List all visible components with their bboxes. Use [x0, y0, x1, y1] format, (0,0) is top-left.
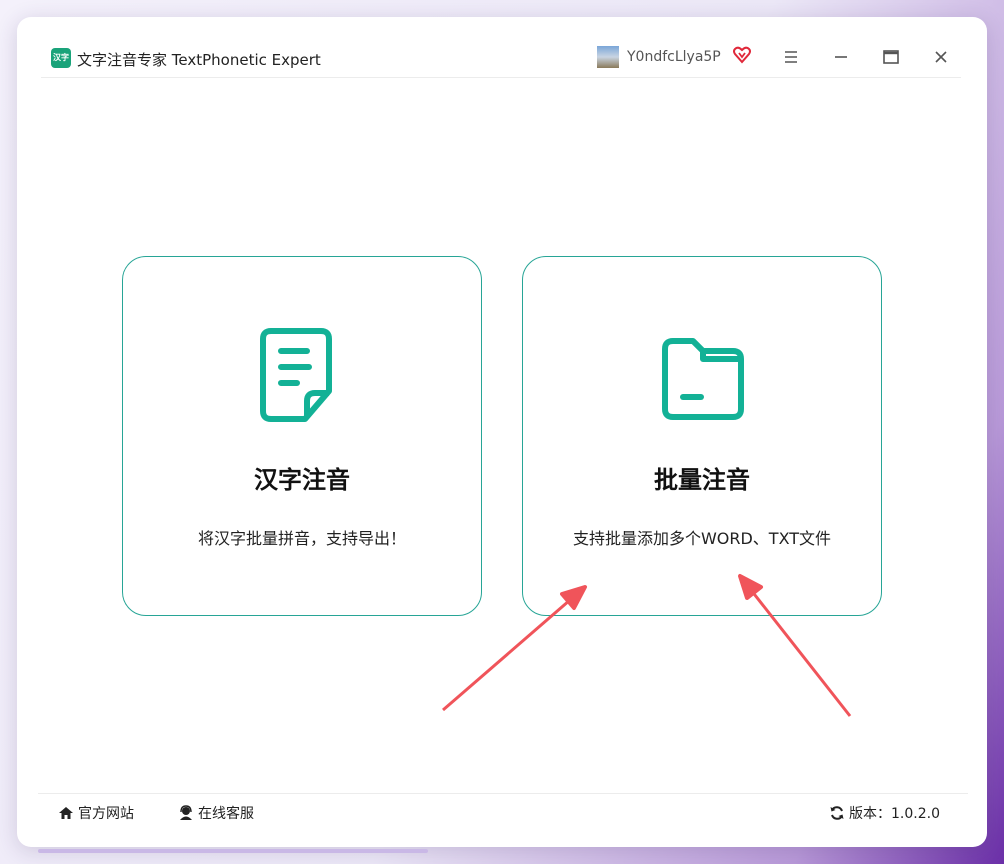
window-shadow-strip [38, 849, 428, 853]
home-icon [59, 807, 73, 819]
card-batch-phonetic[interactable]: 批量注音 支持批量添加多个WORD、TXT文件 [522, 256, 882, 616]
version-check[interactable]: 版本：1.0.2.0 [829, 803, 940, 823]
version-label: 版本：1.0.2.0 [849, 806, 940, 822]
minimize-icon[interactable] [829, 45, 853, 69]
online-service-label: 在线客服 [198, 806, 254, 822]
app-logo-icon: 汉字 [51, 48, 71, 68]
menu-icon[interactable] [779, 45, 803, 69]
official-site-label: 官方网站 [78, 806, 134, 822]
card-description: 支持批量添加多个WORD、TXT文件 [572, 529, 832, 548]
card-hanzi-phonetic[interactable]: 汉字注音 将汉字批量拼音，支持导出！ [122, 256, 482, 616]
document-icon [260, 328, 332, 422]
close-icon[interactable] [929, 45, 953, 69]
footer-bar: 官方网站 在线客服 版本：1.0.2.0 [38, 793, 968, 828]
app-title: 文字注音专家 TextPhonetic Expert [77, 51, 321, 69]
vip-heart-icon[interactable] [733, 46, 751, 64]
username[interactable]: Y0ndfcLlya5P [627, 49, 721, 65]
card-title: 汉字注音 [254, 466, 350, 494]
user-avatar[interactable] [597, 46, 619, 68]
headset-icon [180, 805, 192, 820]
card-description: 将汉字批量拼音，支持导出！ [197, 529, 406, 548]
refresh-icon [830, 806, 844, 820]
folder-icon [662, 338, 744, 420]
online-service-link[interactable]: 在线客服 [178, 803, 254, 823]
maximize-icon[interactable] [879, 45, 903, 69]
card-title: 批量注音 [654, 466, 750, 494]
official-site-link[interactable]: 官方网站 [58, 803, 134, 823]
title-bar: 汉字 文字注音专家 TextPhonetic Expert Y0ndfcLlya… [41, 37, 961, 78]
